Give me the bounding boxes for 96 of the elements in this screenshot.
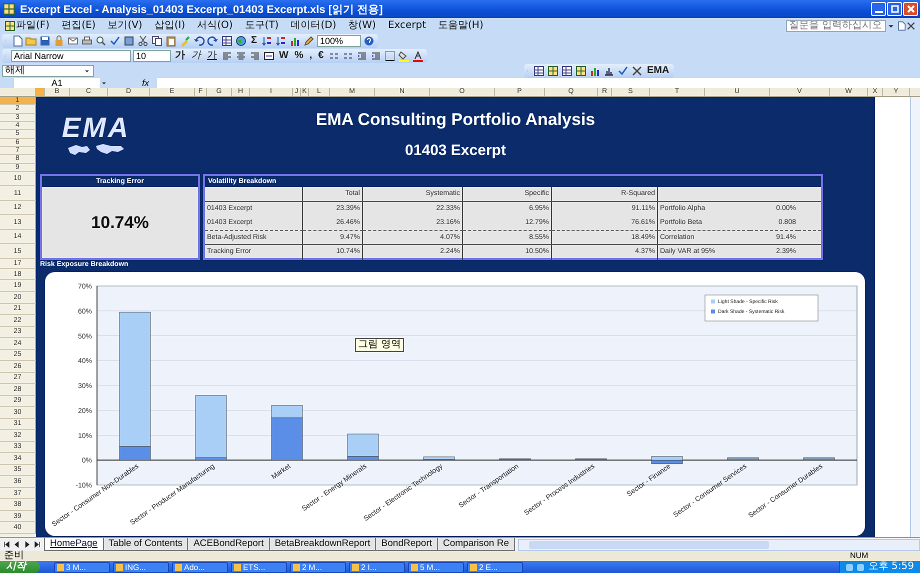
name-box[interactable]: A1 [14,78,100,88]
report-subtitle: 01403 Excerpt [405,142,506,159]
previous-sheet-button[interactable] [13,540,21,549]
sheet-tab[interactable]: ACEBondReport [187,538,270,551]
table-icon[interactable] [561,64,573,76]
horizontal-scrollbar[interactable] [518,538,920,550]
menu-item[interactable]: 도구(T) [244,18,279,32]
column-header [36,88,45,96]
maximize-icon [888,3,900,15]
align-center-icon[interactable] [235,50,247,62]
sort-icon[interactable] [275,34,288,46]
sort-icon[interactable] [261,34,274,46]
undo-icon[interactable] [193,34,205,46]
menu-item[interactable]: 창(W) [348,18,376,32]
format-button[interactable]: , [307,50,314,62]
status-text: 준비 [4,551,25,561]
taskbar-button[interactable]: Ado... [172,562,228,572]
checkmark-icon[interactable] [109,34,121,46]
next-sheet-button[interactable] [23,540,31,549]
envelope-icon[interactable] [67,34,79,46]
font-color-icon[interactable] [412,50,424,62]
magnifier-icon[interactable] [95,34,107,46]
autosum-button[interactable]: Σ [249,34,260,46]
table-icon[interactable] [533,64,545,76]
menu-item[interactable]: 보기(V) [108,18,142,32]
indent-icon[interactable] [370,50,382,62]
ema-menu-button[interactable]: EMA [645,64,672,76]
menu-item[interactable]: 서식(O) [197,18,233,32]
grid-icon[interactable] [575,64,587,76]
format-button[interactable]: € [316,50,326,62]
sheet-tab[interactable]: Comparison Re [437,538,515,551]
menu-item[interactable]: 데이터(D) [290,18,336,32]
grid-icon[interactable] [4,20,16,32]
taskbar-button[interactable]: 2 I... [349,562,405,572]
menu-item[interactable]: Excerpt [388,18,426,32]
grid-icon[interactable] [547,64,559,76]
redo-icon[interactable] [207,34,219,46]
close-button[interactable] [903,2,918,16]
window-title: Excerpt Excel - Analysis_01403 Excerpt_01403 Excerpt.xls [읽기 전용] [20,2,384,16]
font-dropdown[interactable]: Arial Narrow [11,50,131,62]
sheet-tab[interactable]: HomePage [44,538,104,551]
first-sheet-button[interactable] [3,540,11,549]
grid-icon [2,2,16,16]
report-title: EMA Consulting Portfolio Analysis [316,110,596,130]
sheet-tab[interactable]: BetaBreakdownReport [268,538,376,551]
num-lock-indicator: NUM [850,551,869,561]
table-icon[interactable] [221,34,233,46]
tracking-error-value: 10.74% [91,212,149,232]
taskbar-button[interactable]: ING... [113,562,169,572]
format-button[interactable]: W [277,50,290,62]
document-icon[interactable] [896,20,906,32]
align-left-icon[interactable] [221,50,233,62]
border-icon[interactable] [384,50,396,62]
taskbar-button[interactable]: ETS... [231,562,287,572]
close-icon [904,3,916,15]
padlock-icon[interactable] [53,34,65,46]
sheet-tab[interactable]: Table of Contents [102,538,188,551]
format-button[interactable]: % [292,50,306,62]
last-sheet-button[interactable] [33,540,41,549]
printer-icon[interactable] [81,34,93,46]
font-size-dropdown[interactable]: 10 [133,50,171,62]
menu-item[interactable]: 편집(E) [62,18,96,32]
style-dropdown[interactable]: 해제 [2,64,94,76]
checkmark-icon[interactable] [617,64,629,76]
taskbar-button[interactable]: 2 M... [290,562,346,572]
globe-icon[interactable] [235,34,247,46]
help-icon[interactable] [363,34,376,46]
minimize-button[interactable] [871,2,886,16]
map-drawing [66,142,126,156]
formula-input[interactable] [157,78,920,88]
tooltip: 그림 영역 [355,338,404,352]
fill-color-icon[interactable] [398,50,410,62]
align-right-icon[interactable] [249,50,261,62]
clock: 오후 5:59 [868,561,914,573]
vertical-scrollbar[interactable] [910,97,920,537]
zoom-dropdown[interactable]: 100% [317,34,362,46]
menu-item[interactable]: 도움말(H) [438,18,484,32]
help-search-field[interactable]: 질문을 입력하십시오. [786,20,886,32]
sheet-tab[interactable]: BondReport [375,538,438,551]
logo: EMA [62,114,130,142]
scissors-icon[interactable] [137,34,149,46]
minimize-icon [874,11,882,13]
font-style-button[interactable]: 가 [205,50,219,62]
indent-icon[interactable] [356,50,368,62]
merge-cells-icon[interactable] [263,50,275,62]
copy-icon[interactable] [151,34,163,46]
taskbar-button[interactable]: 5 M... [408,562,464,572]
clipboard-icon[interactable] [165,34,177,46]
font-style-button[interactable]: 가 [189,50,203,62]
menu-item[interactable]: 파일(F) [16,18,50,32]
taskbar-button[interactable]: 3 M... [54,562,110,572]
maximize-button[interactable] [887,2,902,16]
insert-function-button[interactable]: fx [142,78,150,88]
font-style-button[interactable]: 가 [173,50,187,62]
taskbar-button[interactable]: 2 E... [467,562,523,572]
menu-item[interactable]: 삽입(I) [154,18,186,32]
